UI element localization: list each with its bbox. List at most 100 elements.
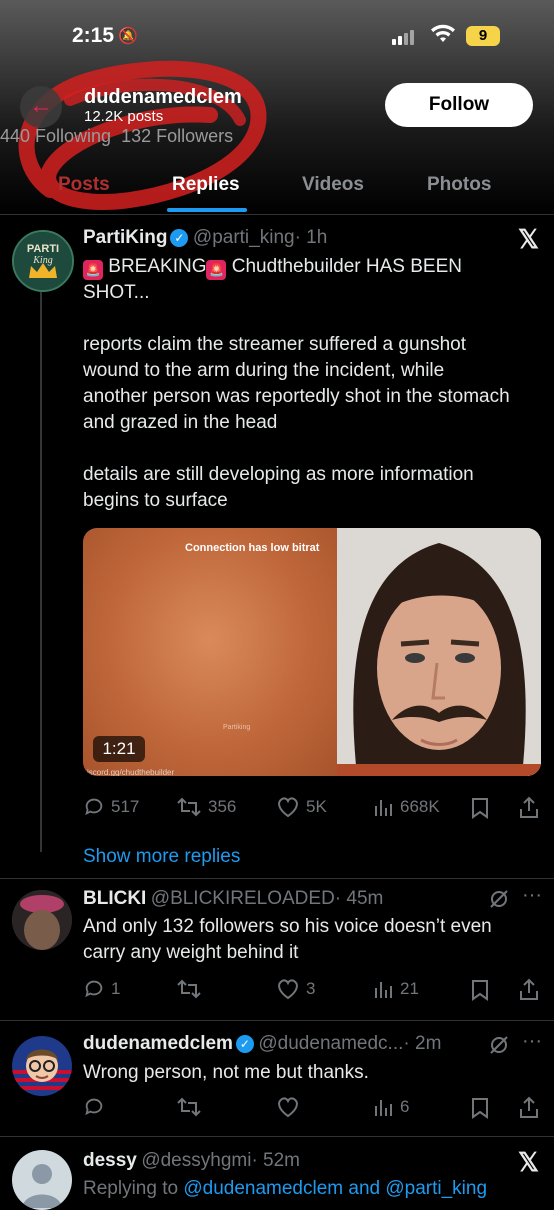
blicki-avatar[interactable] — [12, 890, 72, 950]
views-icon — [375, 982, 392, 998]
handle[interactable]: @parti_king — [193, 227, 295, 248]
repost-button[interactable] — [176, 978, 202, 1000]
grok-icon[interactable] — [488, 888, 510, 915]
reply1-text: And only 132 followers so his voice does… — [83, 916, 492, 963]
display-name[interactable]: dessy — [83, 1150, 137, 1171]
view-count: 668K — [400, 797, 440, 816]
like-button[interactable]: 3 — [276, 978, 315, 1000]
reply-button[interactable]: 1 — [83, 978, 120, 1000]
handle[interactable]: @dessyhgmi — [141, 1150, 251, 1171]
reply-button[interactable]: 517 — [83, 796, 139, 818]
repost-icon — [177, 797, 201, 817]
default-avatar-icon[interactable] — [12, 1150, 72, 1210]
battery-icon: 9 — [466, 26, 500, 46]
dudenamedclem-avatar[interactable] — [12, 1036, 72, 1096]
like-button[interactable] — [276, 1096, 300, 1118]
svg-text:PARTI: PARTI — [27, 243, 59, 255]
bookmark-icon[interactable] — [470, 1097, 490, 1124]
more-options-icon[interactable]: ··· — [522, 1030, 542, 1053]
timestamp: · 45m — [334, 888, 384, 909]
display-name[interactable]: BLICKI — [83, 888, 146, 909]
tab-replies[interactable]: Replies — [172, 174, 240, 196]
post-count: 12.2K posts — [84, 108, 164, 125]
signal-icon — [392, 30, 414, 45]
following-count[interactable]: 440 Following — [0, 126, 111, 146]
show-more-replies-link[interactable]: Show more replies — [83, 846, 240, 868]
reply1-header: BLICKI @BLICKIRELOADED· 45m — [83, 888, 383, 910]
share-icon[interactable] — [518, 1096, 540, 1125]
video-url-text: iscord.gg/chudthebuilder — [87, 768, 175, 776]
handle[interactable]: @dudenamedc... — [258, 1033, 403, 1054]
divider — [0, 1136, 554, 1137]
thread-line — [40, 292, 42, 852]
views-button[interactable]: 668K — [372, 796, 440, 818]
reply-icon — [85, 798, 103, 816]
reply-count: 517 — [111, 797, 140, 816]
paragraph-3: details are still developing as more inf… — [83, 464, 474, 511]
timestamp: · 2m — [403, 1033, 442, 1054]
replying-to-handles[interactable]: @dudenamedclem and @parti_king — [183, 1178, 487, 1199]
wifi-icon — [430, 24, 456, 49]
grok-icon[interactable] — [488, 1034, 510, 1061]
reply-button[interactable] — [83, 1096, 105, 1118]
bookmark-icon[interactable] — [470, 797, 490, 824]
x-logo-icon[interactable]: 𝕏 — [518, 1147, 539, 1178]
tab-videos[interactable]: Videos — [302, 174, 364, 196]
verified-badge-icon: ✓ — [170, 229, 189, 247]
heart-icon — [278, 979, 298, 1000]
paragraph-2: reports claim the streamer suffered a gu… — [83, 334, 510, 433]
mugshot-photo — [337, 528, 541, 776]
repost-icon — [177, 1097, 201, 1117]
tweet-media-video[interactable]: Connection has low bitrat Partiking 1:21… — [83, 528, 541, 776]
reply3-header: dessy @dessyhgmi· 52m — [83, 1150, 300, 1172]
video-watermark: Partiking — [223, 724, 251, 731]
follow-button[interactable]: Follow — [385, 83, 533, 127]
share-icon[interactable] — [518, 796, 540, 825]
reply-icon — [85, 980, 103, 998]
reply-icon — [85, 1098, 103, 1116]
like-count: 5K — [306, 797, 327, 816]
timestamp: · 52m — [251, 1150, 301, 1171]
divider — [0, 878, 554, 879]
views-icon — [375, 800, 392, 816]
repost-count: 356 — [208, 797, 237, 816]
reply-count: 1 — [111, 979, 121, 998]
repost-button[interactable] — [176, 1096, 202, 1118]
partiking-avatar[interactable]: PARTI King — [12, 230, 74, 292]
profile-name: dudenamedclem — [84, 86, 242, 108]
bookmark-icon[interactable] — [470, 979, 490, 1006]
views-button[interactable]: 6 — [372, 1096, 409, 1118]
repost-button[interactable]: 356 — [176, 796, 236, 818]
like-button[interactable]: 5K — [276, 796, 327, 818]
replying-prefix: Replying to — [83, 1178, 184, 1199]
heart-icon — [278, 797, 298, 818]
replying-to: Replying to @dudenamedclem and @parti_ki… — [83, 1178, 487, 1200]
view-count: 21 — [400, 979, 419, 998]
share-icon[interactable] — [518, 978, 540, 1007]
handle[interactable]: @BLICKIRELOADED — [151, 888, 335, 909]
like-count: 3 — [306, 979, 316, 998]
video-duration: 1:21 — [93, 736, 145, 762]
display-name[interactable]: PartiKing — [83, 227, 167, 248]
siren-icon: 🚨 — [206, 260, 227, 280]
tab-posts[interactable]: Posts — [58, 174, 110, 196]
breaking-label: BREAKING — [108, 256, 207, 277]
repost-icon — [177, 979, 201, 999]
tab-photos[interactable]: Photos — [427, 174, 491, 196]
follow-stats: 440 Following 132 Followers — [0, 126, 233, 147]
reply2-text: Wrong person, not me but thanks. — [83, 1062, 369, 1083]
siren-icon: 🚨 — [83, 260, 103, 280]
video-overlay-text: Connection has low bitrat — [185, 542, 320, 554]
x-logo-icon[interactable]: 𝕏 — [518, 224, 539, 255]
more-options-icon[interactable]: ··· — [522, 884, 542, 907]
view-count: 6 — [400, 1097, 410, 1116]
tweet-header: PartiKing ✓ @parti_king· 1h — [83, 227, 327, 249]
back-arrow-icon[interactable]: ← — [20, 86, 62, 128]
followers-count[interactable]: 132 Followers — [121, 126, 233, 146]
header-divider — [0, 214, 554, 215]
display-name[interactable]: dudenamedclem — [83, 1033, 233, 1054]
views-button[interactable]: 21 — [372, 978, 419, 1000]
timestamp: · 1h — [294, 227, 328, 248]
tweet-text: 🚨 BREAKING 🚨 Chudthebuilder HAS BEEN SHOT… — [83, 254, 513, 514]
views-icon — [375, 1100, 392, 1116]
